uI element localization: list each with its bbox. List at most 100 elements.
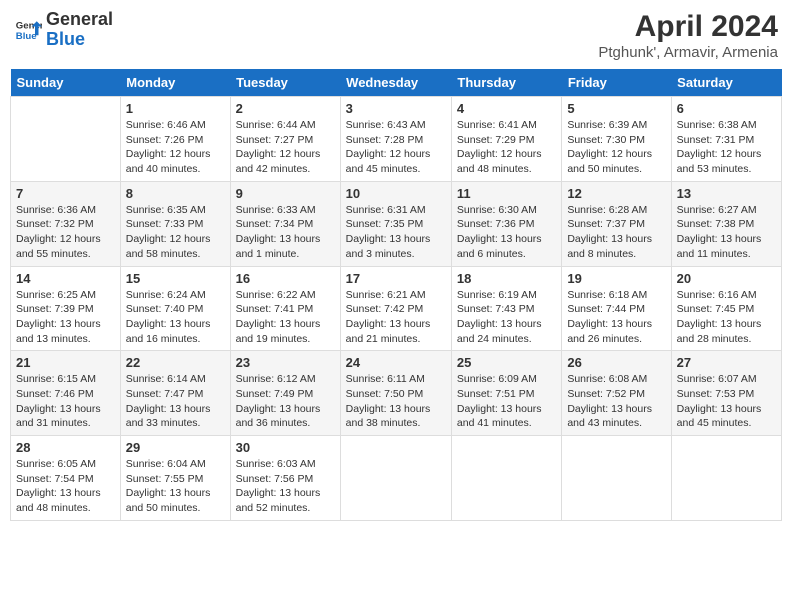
calendar-cell: 2 Sunrise: 6:44 AM Sunset: 7:27 PM Daylig… <box>230 97 340 182</box>
calendar-cell: 16 Sunrise: 6:22 AM Sunset: 7:41 PM Dayli… <box>230 266 340 351</box>
calendar-cell: 5 Sunrise: 6:39 AM Sunset: 7:30 PM Daylig… <box>562 97 671 182</box>
calendar-cell: 1Sunrise: 6:46 AM Sunset: 7:26 PM Daylig… <box>120 97 230 182</box>
calendar-cell: 18 Sunrise: 6:19 AM Sunset: 7:43 PM Dayli… <box>451 266 561 351</box>
calendar-cell: 27 Sunrise: 6:07 AM Sunset: 7:53 PM Dayli… <box>671 351 781 436</box>
day-number: 6 <box>677 101 776 116</box>
calendar-cell: 28 Sunrise: 6:05 AM Sunset: 7:54 PM Dayli… <box>11 436 121 521</box>
logo-icon: General Blue <box>14 16 42 44</box>
cell-content: Sunrise: 6:38 AM Sunset: 7:31 PM Dayligh… <box>677 118 776 177</box>
calendar-cell: 7 Sunrise: 6:36 AM Sunset: 7:32 PM Daylig… <box>11 181 121 266</box>
day-number: 5 <box>567 101 665 116</box>
calendar-cell: 4Sunrise: 6:41 AM Sunset: 7:29 PM Daylig… <box>451 97 561 182</box>
day-number: 16 <box>236 271 335 286</box>
day-number: 10 <box>346 186 446 201</box>
cell-content: Sunrise: 6:24 AM Sunset: 7:40 PM Dayligh… <box>126 288 225 347</box>
calendar-cell: 15 Sunrise: 6:24 AM Sunset: 7:40 PM Dayli… <box>120 266 230 351</box>
cell-content: Sunrise: 6:36 AM Sunset: 7:32 PM Dayligh… <box>16 203 115 262</box>
calendar-cell: 23 Sunrise: 6:12 AM Sunset: 7:49 PM Dayli… <box>230 351 340 436</box>
cell-content: Sunrise: 6:31 AM Sunset: 7:35 PM Dayligh… <box>346 203 446 262</box>
svg-text:Blue: Blue <box>16 31 37 42</box>
week-row-4: 28 Sunrise: 6:05 AM Sunset: 7:54 PM Dayli… <box>11 436 782 521</box>
cell-content: Sunrise: 6:44 AM Sunset: 7:27 PM Dayligh… <box>236 118 335 177</box>
calendar-cell: 11 Sunrise: 6:30 AM Sunset: 7:36 PM Dayli… <box>451 181 561 266</box>
cell-content: Sunrise: 6:14 AM Sunset: 7:47 PM Dayligh… <box>126 372 225 431</box>
cell-content: Sunrise: 6:08 AM Sunset: 7:52 PM Dayligh… <box>567 372 665 431</box>
week-row-2: 14 Sunrise: 6:25 AM Sunset: 7:39 PM Dayli… <box>11 266 782 351</box>
calendar-cell: 19Sunrise: 6:18 AM Sunset: 7:44 PM Dayli… <box>562 266 671 351</box>
calendar-cell: 25 Sunrise: 6:09 AM Sunset: 7:51 PM Dayli… <box>451 351 561 436</box>
header-row: SundayMondayTuesdayWednesdayThursdayFrid… <box>11 69 782 97</box>
day-number: 23 <box>236 355 335 370</box>
calendar-cell: 22 Sunrise: 6:14 AM Sunset: 7:47 PM Dayli… <box>120 351 230 436</box>
calendar-cell: 9Sunrise: 6:33 AM Sunset: 7:34 PM Daylig… <box>230 181 340 266</box>
cell-content: Sunrise: 6:05 AM Sunset: 7:54 PM Dayligh… <box>16 457 115 516</box>
day-number: 21 <box>16 355 115 370</box>
day-number: 29 <box>126 440 225 455</box>
title-block: April 2024 Ptghunk', Armavir, Armenia <box>598 10 778 61</box>
calendar-cell <box>671 436 781 521</box>
cell-content: Sunrise: 6:41 AM Sunset: 7:29 PM Dayligh… <box>457 118 556 177</box>
day-number: 18 <box>457 271 556 286</box>
calendar-cell: 8 Sunrise: 6:35 AM Sunset: 7:33 PM Daylig… <box>120 181 230 266</box>
logo-text: General Blue <box>46 10 113 50</box>
day-number: 28 <box>16 440 115 455</box>
day-number: 1 <box>126 101 225 116</box>
calendar-cell: 29 Sunrise: 6:04 AM Sunset: 7:55 PM Dayli… <box>120 436 230 521</box>
day-number: 11 <box>457 186 556 201</box>
calendar-cell: 13 Sunrise: 6:27 AM Sunset: 7:38 PM Dayli… <box>671 181 781 266</box>
day-number: 24 <box>346 355 446 370</box>
cell-content: Sunrise: 6:27 AM Sunset: 7:38 PM Dayligh… <box>677 203 776 262</box>
calendar-cell: 10 Sunrise: 6:31 AM Sunset: 7:35 PM Dayli… <box>340 181 451 266</box>
day-number: 20 <box>677 271 776 286</box>
calendar-cell: 3Sunrise: 6:43 AM Sunset: 7:28 PM Daylig… <box>340 97 451 182</box>
calendar-cell: 30Sunrise: 6:03 AM Sunset: 7:56 PM Dayli… <box>230 436 340 521</box>
col-header-sunday: Sunday <box>11 69 121 97</box>
day-number: 17 <box>346 271 446 286</box>
day-number: 8 <box>126 186 225 201</box>
day-number: 26 <box>567 355 665 370</box>
calendar-cell: 21 Sunrise: 6:15 AM Sunset: 7:46 PM Dayli… <box>11 351 121 436</box>
cell-content: Sunrise: 6:22 AM Sunset: 7:41 PM Dayligh… <box>236 288 335 347</box>
calendar-cell: 20 Sunrise: 6:16 AM Sunset: 7:45 PM Dayli… <box>671 266 781 351</box>
cell-content: Sunrise: 6:21 AM Sunset: 7:42 PM Dayligh… <box>346 288 446 347</box>
cell-content: Sunrise: 6:11 AM Sunset: 7:50 PM Dayligh… <box>346 372 446 431</box>
col-header-wednesday: Wednesday <box>340 69 451 97</box>
subtitle: Ptghunk', Armavir, Armenia <box>598 44 778 61</box>
cell-content: Sunrise: 6:19 AM Sunset: 7:43 PM Dayligh… <box>457 288 556 347</box>
calendar-cell: 17 Sunrise: 6:21 AM Sunset: 7:42 PM Dayli… <box>340 266 451 351</box>
cell-content: Sunrise: 6:35 AM Sunset: 7:33 PM Dayligh… <box>126 203 225 262</box>
day-number: 27 <box>677 355 776 370</box>
cell-content: Sunrise: 6:15 AM Sunset: 7:46 PM Dayligh… <box>16 372 115 431</box>
day-number: 30 <box>236 440 335 455</box>
col-header-thursday: Thursday <box>451 69 561 97</box>
day-number: 25 <box>457 355 556 370</box>
calendar-cell <box>11 97 121 182</box>
cell-content: Sunrise: 6:16 AM Sunset: 7:45 PM Dayligh… <box>677 288 776 347</box>
cell-content: Sunrise: 6:33 AM Sunset: 7:34 PM Dayligh… <box>236 203 335 262</box>
cell-content: Sunrise: 6:04 AM Sunset: 7:55 PM Dayligh… <box>126 457 225 516</box>
calendar-cell <box>562 436 671 521</box>
col-header-saturday: Saturday <box>671 69 781 97</box>
day-number: 7 <box>16 186 115 201</box>
cell-content: Sunrise: 6:18 AM Sunset: 7:44 PM Dayligh… <box>567 288 665 347</box>
logo: General Blue General Blue <box>14 10 113 50</box>
cell-content: Sunrise: 6:30 AM Sunset: 7:36 PM Dayligh… <box>457 203 556 262</box>
calendar-cell: 12Sunrise: 6:28 AM Sunset: 7:37 PM Dayli… <box>562 181 671 266</box>
cell-content: Sunrise: 6:07 AM Sunset: 7:53 PM Dayligh… <box>677 372 776 431</box>
col-header-friday: Friday <box>562 69 671 97</box>
day-number: 15 <box>126 271 225 286</box>
day-number: 14 <box>16 271 115 286</box>
cell-content: Sunrise: 6:09 AM Sunset: 7:51 PM Dayligh… <box>457 372 556 431</box>
main-title: April 2024 <box>598 10 778 44</box>
day-number: 22 <box>126 355 225 370</box>
calendar-table: SundayMondayTuesdayWednesdayThursdayFrid… <box>10 69 782 521</box>
cell-content: Sunrise: 6:25 AM Sunset: 7:39 PM Dayligh… <box>16 288 115 347</box>
day-number: 2 <box>236 101 335 116</box>
cell-content: Sunrise: 6:39 AM Sunset: 7:30 PM Dayligh… <box>567 118 665 177</box>
day-number: 12 <box>567 186 665 201</box>
week-row-0: 1Sunrise: 6:46 AM Sunset: 7:26 PM Daylig… <box>11 97 782 182</box>
week-row-1: 7 Sunrise: 6:36 AM Sunset: 7:32 PM Daylig… <box>11 181 782 266</box>
day-number: 13 <box>677 186 776 201</box>
cell-content: Sunrise: 6:12 AM Sunset: 7:49 PM Dayligh… <box>236 372 335 431</box>
week-row-3: 21 Sunrise: 6:15 AM Sunset: 7:46 PM Dayli… <box>11 351 782 436</box>
